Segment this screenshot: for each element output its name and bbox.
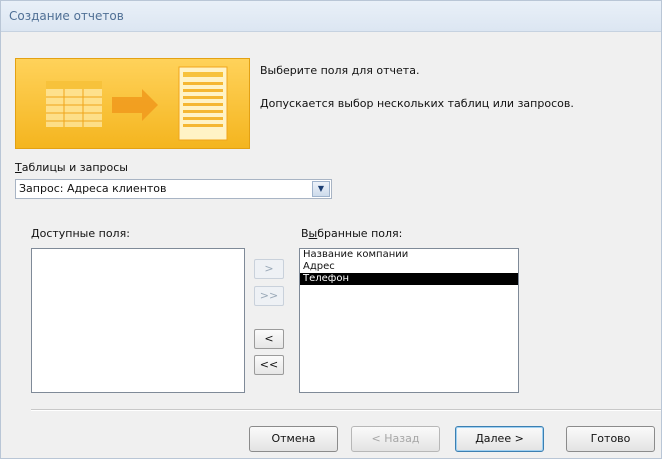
combobox-value: Запрос: Адреса клиентов bbox=[19, 182, 167, 195]
table-icon bbox=[46, 81, 102, 127]
tables-queries-combobox[interactable]: Запрос: Адреса клиентов ▼ bbox=[15, 179, 332, 199]
add-field-button[interactable]: > bbox=[254, 259, 284, 279]
finish-button[interactable]: Готово bbox=[566, 426, 655, 452]
footer-divider bbox=[31, 409, 661, 411]
report-page-icon bbox=[178, 66, 228, 141]
next-button[interactable]: Далее > bbox=[455, 426, 544, 452]
arrow-right-icon bbox=[112, 89, 158, 121]
instruction-text: Выберите поля для отчета. bbox=[260, 64, 420, 77]
selected-fields-label: Выбранные поля: bbox=[301, 227, 403, 240]
add-all-fields-button[interactable]: >> bbox=[254, 286, 284, 306]
chevron-down-icon[interactable]: ▼ bbox=[312, 181, 330, 197]
remove-all-fields-button[interactable]: << bbox=[254, 355, 284, 375]
report-wizard-window: Создание отчетов Выберите поля для отчет… bbox=[0, 0, 662, 459]
list-item[interactable]: Название компании bbox=[300, 249, 518, 261]
list-item[interactable]: Адрес bbox=[300, 261, 518, 273]
window-title: Создание отчетов bbox=[9, 9, 124, 23]
instruction-hint: Допускается выбор нескольких таблиц или … bbox=[260, 97, 574, 110]
tables-queries-label: Таблицы и запросы bbox=[15, 161, 128, 174]
table-to-report-illustration bbox=[46, 66, 228, 141]
available-fields-list[interactable] bbox=[31, 248, 245, 393]
wizard-banner-image bbox=[15, 58, 250, 149]
title-bar: Создание отчетов bbox=[1, 1, 661, 32]
cancel-button[interactable]: Отмена bbox=[249, 426, 338, 452]
available-fields-label: Доступные поля: bbox=[31, 227, 130, 240]
back-button[interactable]: < Назад bbox=[351, 426, 440, 452]
remove-field-button[interactable]: < bbox=[254, 329, 284, 349]
list-item[interactable]: Телефон bbox=[300, 273, 518, 285]
selected-fields-list[interactable]: Название компании Адрес Телефон bbox=[299, 248, 519, 393]
